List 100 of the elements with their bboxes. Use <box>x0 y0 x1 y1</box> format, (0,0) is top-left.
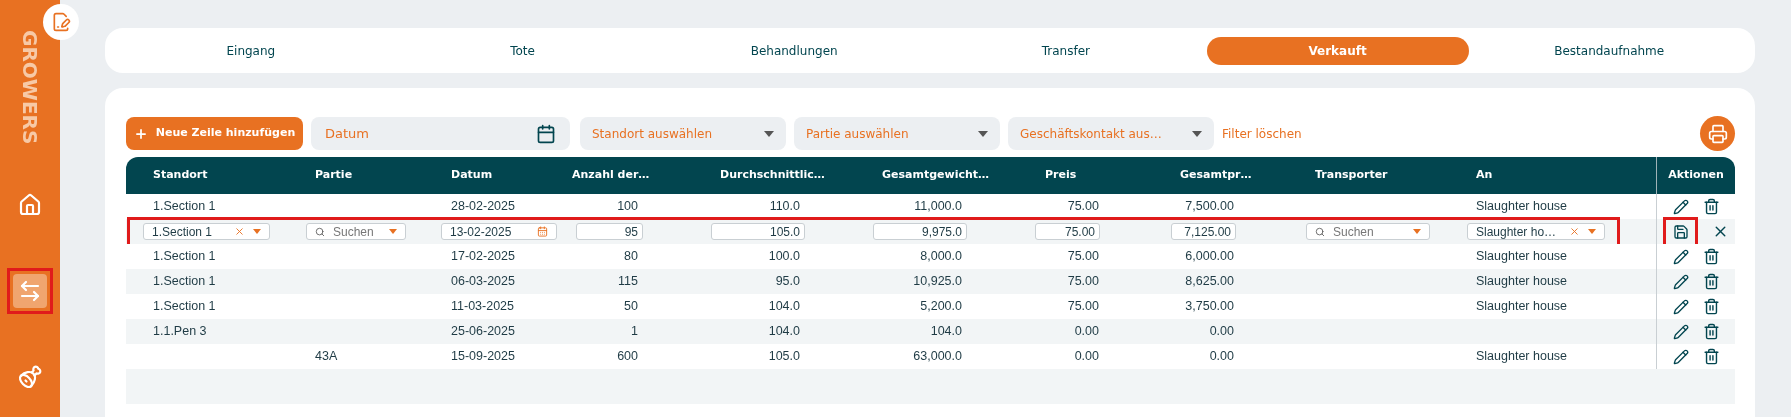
table-cell-text: 1 <box>631 323 638 341</box>
edit-icon[interactable] <box>1672 323 1689 340</box>
delete-icon[interactable] <box>1702 248 1720 265</box>
table-cell-text: 43A <box>315 348 338 366</box>
table-cell-text: Slaughter house <box>1476 348 1568 366</box>
column-header: Preis <box>1045 167 1077 184</box>
table-cell-text: 1.Section 1 <box>153 298 216 316</box>
table-cell-text: Slaughter house <box>1476 298 1568 316</box>
table-cell-text: 50 <box>624 298 638 316</box>
table-cell-text: 100.0 <box>768 248 800 266</box>
table-cell-text: 75.00 <box>1067 248 1099 266</box>
table-cell-text: 1.Section 1 <box>153 198 216 216</box>
table-cell-text: 06-03-2025 <box>451 273 515 291</box>
number-field[interactable]: 7,125.00 <box>1171 223 1236 240</box>
table-cell-text: 11,000.0 <box>914 198 962 216</box>
date-field[interactable]: 13-02-2025 <box>441 223 557 240</box>
tab[interactable]: Eingang <box>119 36 382 65</box>
table-cell-text: 6,000.00 <box>1185 248 1234 266</box>
table-cell-text: 104.0 <box>768 323 800 341</box>
tab[interactable]: Tote <box>391 36 654 65</box>
edit-icon[interactable] <box>1672 248 1689 265</box>
edit-icon[interactable] <box>1672 198 1689 215</box>
note-icon <box>51 12 71 32</box>
table-cell-text: 80 <box>624 248 638 266</box>
delete-icon[interactable] <box>1702 348 1720 365</box>
tab[interactable]: Transfer <box>934 36 1197 65</box>
ham-icon[interactable] <box>18 365 42 390</box>
table-cell-text: 1.Section 1 <box>153 248 216 266</box>
table-cell-text: 0.00 <box>1074 348 1099 366</box>
table-cell-text: Slaughter house <box>1476 248 1568 266</box>
table-cell-text: 5,200.0 <box>920 298 962 316</box>
delete-icon[interactable] <box>1702 298 1720 315</box>
table-cell-text: 25-06-2025 <box>451 323 515 341</box>
number-field[interactable]: 9,975.0 <box>873 223 967 240</box>
table-cell-text: 11-03-2025 <box>451 298 514 316</box>
search-icon <box>315 226 325 237</box>
table-cell-text: Slaughter house <box>1476 273 1568 291</box>
select-field[interactable]: 1.Section 1 <box>143 223 270 240</box>
table-cell-text: 7,500.00 <box>1185 198 1234 216</box>
plus-icon <box>133 126 148 141</box>
table-cell-text: 105.0 <box>768 348 800 366</box>
table-cell-text: 0.00 <box>1074 323 1099 341</box>
calendar-icon <box>536 123 556 144</box>
column-header: Durchschnittlic… <box>720 167 825 184</box>
edit-icon[interactable] <box>1672 298 1689 315</box>
number-field[interactable]: 95 <box>576 223 643 240</box>
table-cell-text: 104.0 <box>930 323 962 341</box>
caret-icon <box>1192 130 1202 137</box>
caret-icon <box>389 229 397 234</box>
table-cell-text: 75.00 <box>1067 273 1099 291</box>
tab[interactable]: Behandlungen <box>663 36 926 65</box>
caret-icon <box>764 130 774 137</box>
clear-icon[interactable] <box>234 226 245 237</box>
column-header: Standort <box>153 167 208 184</box>
table-cell-text: 8,000.0 <box>920 248 962 266</box>
table-cell-text: Slaughter house <box>1476 198 1568 216</box>
home-icon[interactable] <box>18 193 42 218</box>
caret-icon <box>253 229 261 234</box>
table-cell-text: 115 <box>618 273 638 291</box>
table-cell-text: 8,625.00 <box>1185 273 1234 291</box>
table-cell-text: 63,000.0 <box>913 348 962 366</box>
calendar-icon <box>537 226 548 237</box>
number-field[interactable]: 105.0 <box>711 223 805 240</box>
save-icon <box>1672 223 1689 240</box>
column-header: Gesamtpr… <box>1180 167 1252 184</box>
caret-icon <box>1588 229 1596 234</box>
table-cell-text: 10,925.0 <box>913 273 962 291</box>
edit-icon[interactable] <box>1672 273 1689 290</box>
table-cell-text: 1.Section 1 <box>153 273 216 291</box>
column-header: Aktionen <box>1668 167 1724 184</box>
print-button[interactable] <box>1700 116 1735 151</box>
clear-icon[interactable] <box>1569 226 1580 237</box>
search-icon <box>1315 226 1325 237</box>
table-cell-text: 28-02-2025 <box>451 198 515 216</box>
column-header: Datum <box>451 167 493 184</box>
table-cell-text: 17-02-2025 <box>451 248 515 266</box>
table-cell-text: 0.00 <box>1209 348 1234 366</box>
select-field[interactable]: Slaughter ho… <box>1467 223 1605 240</box>
note-button[interactable] <box>43 4 79 40</box>
print-icon <box>1707 123 1728 144</box>
column-header: Transporter <box>1315 167 1388 184</box>
table-cell-text: 104.0 <box>768 298 800 316</box>
delete-icon[interactable] <box>1702 198 1720 215</box>
delete-icon[interactable] <box>1702 273 1720 290</box>
tab[interactable]: Bestandaufnahme <box>1478 36 1741 65</box>
table-cell-text: 3,750.00 <box>1185 298 1234 316</box>
edit-icon[interactable] <box>1672 348 1689 365</box>
caret-icon <box>1413 229 1421 234</box>
delete-icon[interactable] <box>1702 323 1720 340</box>
column-header: Gesamtgewicht… <box>882 167 990 184</box>
column-header: Anzahl der… <box>572 167 650 184</box>
number-field[interactable]: 75.00 <box>1035 223 1100 240</box>
brand-name: GROWERS <box>20 30 40 145</box>
table-cell-text: 75.00 <box>1067 198 1099 216</box>
table-cell-text: 0.00 <box>1209 323 1234 341</box>
sidebar-item[interactable] <box>7 268 53 315</box>
table-cell-text: 110.0 <box>769 198 800 216</box>
search-field[interactable]: Suchen <box>306 223 406 240</box>
table-cell-text: 95.0 <box>775 273 800 291</box>
search-field[interactable]: Suchen <box>1306 223 1430 240</box>
